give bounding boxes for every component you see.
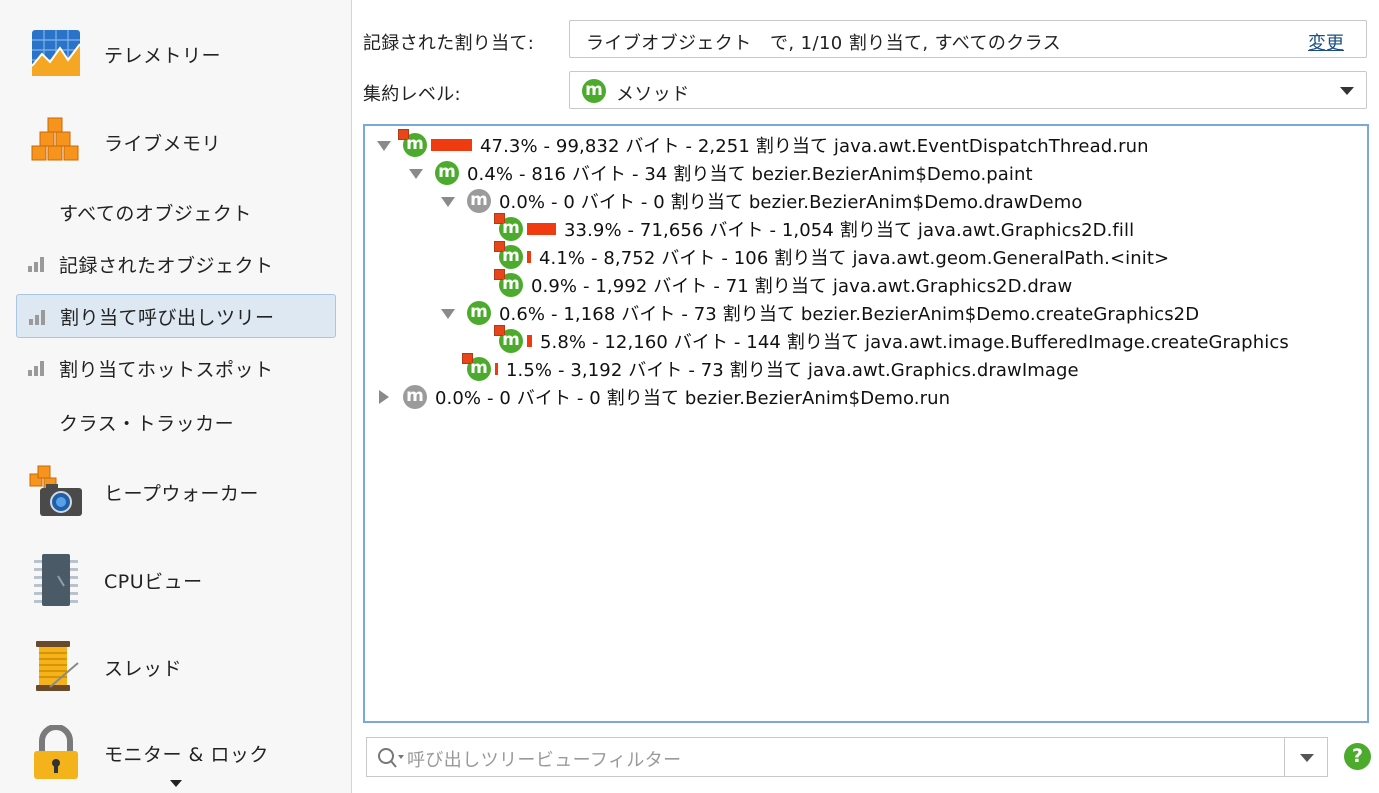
method-icon-letter: m <box>470 190 488 210</box>
tree-row[interactable]: m 33.9% - 71,656 バイト - 1,054 割り当て java.aw… <box>473 213 1135 243</box>
call-tree-filter-input[interactable]: 呼び出しツリービューフィルター <box>366 737 1328 777</box>
expand-triangle-closed-icon[interactable] <box>377 390 391 404</box>
tree-row-label: 1.5% - 3,192 バイト - 73 割り当て java.awt.Grap… <box>506 360 1079 381</box>
method-icon-letter: m <box>470 358 488 378</box>
tree-row[interactable]: m 47.3% - 99,832 バイト - 2,251 割り当て java.aw… <box>377 129 1149 159</box>
main-panel: 記録された割り当て: ライブオブジェクト で, 1/10 割り当て, すべてのク… <box>353 0 1379 793</box>
method-icon: m <box>582 79 606 103</box>
method-icon-letter: m <box>502 274 520 294</box>
tree-row[interactable]: m 0.9% - 1,992 バイト - 71 割り当て java.awt.Gra… <box>473 269 1073 299</box>
tree-row-label: 0.9% - 1,992 バイト - 71 割り当て java.awt.Grap… <box>531 276 1073 297</box>
sidebar: テレメトリー ライブメモリ すべてのオブジェクト 記録されたオブジェクト 割り当… <box>0 0 352 793</box>
percentage-bar <box>495 363 498 375</box>
method-icon: m <box>494 325 523 353</box>
percentage-bar <box>527 223 556 235</box>
tree-row[interactable]: m 0.0% - 0 バイト - 0 割り当て bezier.BezierAnim… <box>441 187 1082 215</box>
tree-row-label: 47.3% - 99,832 バイト - 2,251 割り当て java.awt… <box>480 136 1149 157</box>
sidebar-item-label: 割り当てホットスポット <box>59 358 274 381</box>
thread-spool-icon <box>36 641 79 691</box>
expand-triangle-open-icon[interactable] <box>441 306 455 320</box>
tree-row[interactable]: m 0.4% - 816 バイト - 34 割り当て bezier.BezierA… <box>409 159 1033 187</box>
chevron-down-icon <box>1340 87 1354 95</box>
expand-triangle-open-icon[interactable] <box>377 138 391 152</box>
sidebar-item-label: ヒープウォーカー <box>104 482 259 505</box>
percentage-bar <box>527 251 531 263</box>
sidebar-item-label: スレッド <box>104 657 183 680</box>
tree-row[interactable]: m 1.5% - 3,192 バイト - 73 割り当て java.awt.Gra… <box>441 353 1079 383</box>
recorded-allocations-label: 記録された割り当て: <box>363 33 535 54</box>
orange-cubes-icon <box>31 117 79 161</box>
percentage-bar <box>431 139 472 151</box>
recorded-allocations-value: ライブオブジェクト で, 1/10 割り当て, すべてのクラス <box>586 33 1062 54</box>
sidebar-item-label: クラス・トラッカー <box>59 412 235 435</box>
aggregation-level-select[interactable]: m メソッド <box>569 71 1367 109</box>
method-icon-letter: m <box>438 162 456 182</box>
sidebar-item-label: モニター & ロック <box>104 743 269 766</box>
method-icon: m <box>467 189 491 213</box>
camera-cubes-icon <box>29 465 82 516</box>
method-icon: m <box>494 241 523 269</box>
method-icon: m <box>398 129 427 157</box>
tree-row-label: 4.1% - 8,752 バイト - 106 割り当て java.awt.geo… <box>539 248 1170 269</box>
tree-row-label: 5.8% - 12,160 バイト - 144 割り当て java.awt.im… <box>540 332 1289 353</box>
padlock-icon <box>34 725 78 779</box>
sidebar-item-label: CPUビュー <box>104 570 203 593</box>
method-icon: m <box>494 269 523 297</box>
sidebar-item-all-objects[interactable]: すべてのオブジェクト <box>16 190 336 234</box>
search-icon <box>378 748 404 768</box>
method-icon: m <box>403 385 427 409</box>
method-icon: m <box>462 353 491 381</box>
percentage-bar <box>527 335 532 347</box>
bar-chart-icon <box>28 361 44 376</box>
tree-row-label: 0.4% - 816 バイト - 34 割り当て bezier.BezierAn… <box>467 164 1033 185</box>
tree-row-label: 33.9% - 71,656 バイト - 1,054 割り当て java.awt… <box>564 220 1135 241</box>
sidebar-item-label: ライブメモリ <box>104 132 222 155</box>
allocation-call-tree[interactable]: m 47.3% - 99,832 バイト - 2,251 割り当て java.aw… <box>363 124 1369 723</box>
method-icon: m <box>467 301 491 325</box>
bar-chart-icon <box>29 310 45 325</box>
sidebar-item-heap-walker[interactable]: ヒープウォーカー <box>0 452 352 532</box>
sidebar-item-live-memory[interactable]: ライブメモリ <box>0 102 352 182</box>
method-icon-letter: m <box>502 246 520 266</box>
expand-triangle-open-icon[interactable] <box>409 166 423 180</box>
cpu-chip-icon <box>34 554 78 606</box>
filter-separator <box>1284 738 1285 776</box>
expand-triangle-open-icon[interactable] <box>441 194 455 208</box>
sidebar-item-telemetry[interactable]: テレメトリー <box>0 14 352 94</box>
sidebar-item-class-tracker[interactable]: クラス・トラッカー <box>16 400 336 444</box>
sidebar-item-recorded-objects[interactable]: 記録されたオブジェクト <box>16 242 336 286</box>
tree-row[interactable]: m 5.8% - 12,160 バイト - 144 割り当て java.awt.i… <box>473 325 1289 355</box>
method-icon-letter: m <box>470 302 488 322</box>
filter-dropdown-icon[interactable] <box>1300 754 1314 762</box>
scroll-more-icon[interactable] <box>170 780 182 787</box>
method-icon: m <box>494 213 523 241</box>
sidebar-item-label: 割り当て呼び出しツリー <box>60 306 275 329</box>
aggregation-level-label: 集約レベル: <box>363 84 461 105</box>
telemetry-chart-icon <box>31 30 81 76</box>
recorded-allocations-field: ライブオブジェクト で, 1/10 割り当て, すべてのクラス 変更 <box>569 20 1367 58</box>
method-icon-letter: m <box>406 386 424 406</box>
tree-row-label: 0.0% - 0 バイト - 0 割り当て bezier.BezierAnim$… <box>435 388 951 409</box>
tree-row[interactable]: m 4.1% - 8,752 バイト - 106 割り当て java.awt.ge… <box>473 241 1170 271</box>
method-icon-letter: m <box>406 134 424 154</box>
tree-row[interactable]: m 0.6% - 1,168 バイト - 73 割り当て bezier.Bezie… <box>441 299 1199 327</box>
filter-placeholder: 呼び出しツリービューフィルター <box>407 750 682 771</box>
sidebar-item-allocation-call-tree[interactable]: 割り当て呼び出しツリー <box>16 294 336 338</box>
sidebar-item-label: すべてのオブジェクト <box>59 202 252 225</box>
tree-row-label: 0.6% - 1,168 バイト - 73 割り当て bezier.Bezier… <box>499 304 1200 325</box>
sidebar-item-allocation-hotspots[interactable]: 割り当てホットスポット <box>16 346 336 390</box>
tree-row[interactable]: m 0.0% - 0 バイト - 0 割り当て bezier.BezierAnim… <box>377 383 950 411</box>
method-icon-letter: m <box>502 330 520 350</box>
help-icon[interactable]: ? <box>1344 743 1371 770</box>
sidebar-item-cpu-view[interactable]: CPUビュー <box>0 540 352 620</box>
change-link[interactable]: 変更 <box>1308 29 1344 55</box>
bar-chart-icon <box>28 257 44 272</box>
aggregation-level-value: メソッド <box>616 84 690 105</box>
sidebar-item-label: テレメトリー <box>104 44 222 67</box>
sidebar-item-threads[interactable]: スレッド <box>0 627 352 707</box>
method-icon-letter: m <box>502 218 520 238</box>
sidebar-item-label: 記録されたオブジェクト <box>59 254 274 277</box>
tree-row-label: 0.0% - 0 バイト - 0 割り当て bezier.BezierAnim$… <box>499 192 1083 213</box>
method-icon: m <box>435 161 459 185</box>
